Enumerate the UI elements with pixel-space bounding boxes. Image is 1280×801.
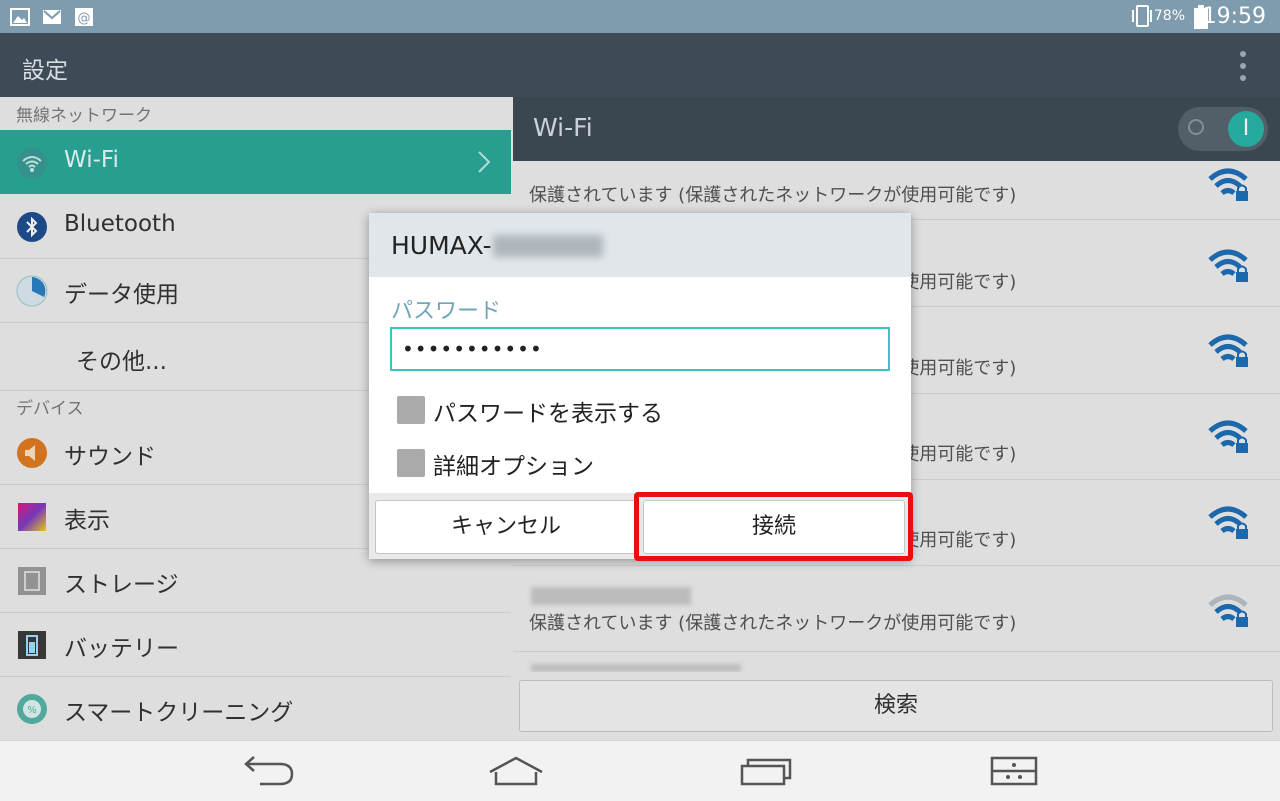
password-input[interactable]: ••••••••••• — [390, 327, 890, 371]
gallery-icon — [10, 8, 30, 26]
cancel-button[interactable]: キャンセル — [375, 500, 637, 554]
clock: 19:59 — [1202, 4, 1266, 29]
page-title: 設定 — [22, 58, 68, 84]
back-icon[interactable] — [238, 754, 298, 788]
svg-text:@: @ — [78, 11, 91, 26]
checkbox-box — [397, 449, 425, 477]
vibrate-icon — [1132, 5, 1152, 27]
password-label: パスワード — [391, 299, 502, 324]
dual-window-icon[interactable] — [986, 754, 1046, 788]
checkbox-label: パスワードを表示する — [433, 401, 663, 427]
checkbox-label: 詳細オプション — [433, 454, 594, 480]
status-bar: @ 78% 19:59 — [0, 0, 1280, 33]
home-icon[interactable] — [486, 754, 546, 788]
dialog-header: HUMAX- — [369, 213, 911, 277]
dialog-title: HUMAX- — [391, 231, 492, 260]
ssid-redacted — [493, 235, 603, 257]
app-bar: 設定 — [0, 33, 1280, 97]
navigation-bar — [0, 740, 1280, 801]
connect-button-highlight — [634, 492, 913, 561]
advanced-options-checkbox[interactable]: 詳細オプション — [397, 447, 817, 480]
checkbox-box — [397, 396, 425, 424]
overflow-menu-icon[interactable] — [1238, 49, 1248, 83]
email-icon: @ — [75, 8, 93, 26]
battery-percent: 78% — [1153, 8, 1185, 24]
gmail-icon — [43, 10, 61, 24]
recent-apps-icon[interactable] — [736, 754, 796, 788]
show-password-checkbox[interactable]: パスワードを表示する — [397, 394, 817, 427]
